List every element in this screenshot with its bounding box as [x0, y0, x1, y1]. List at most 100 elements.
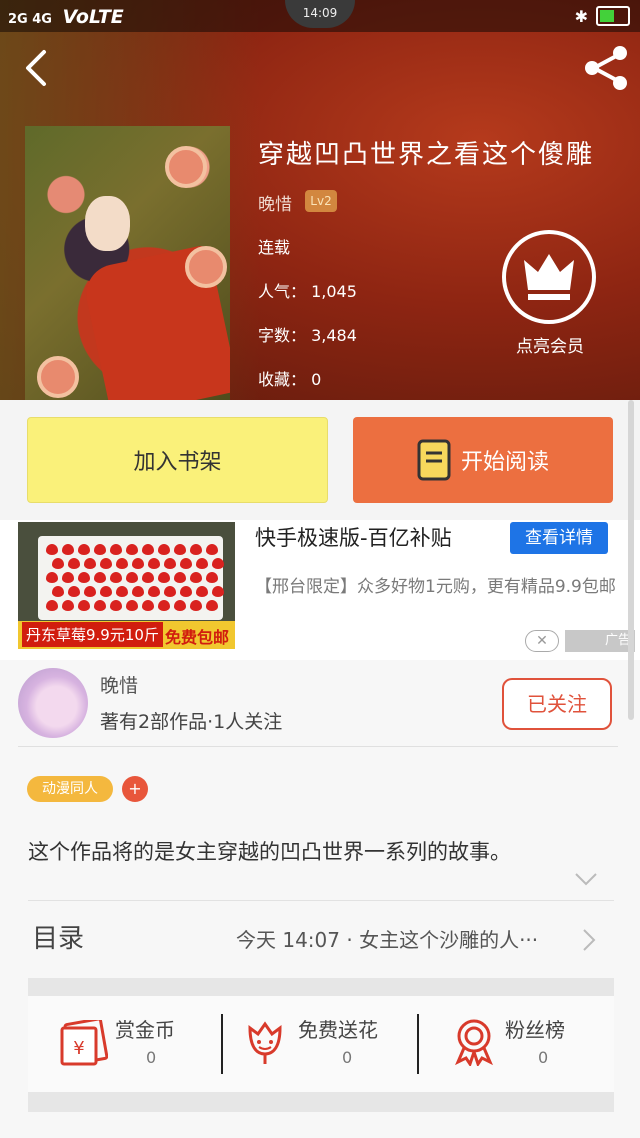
book-title: 穿越凹凸世界之看这个傻雕 — [258, 140, 595, 170]
strawberry — [62, 544, 74, 555]
book-author[interactable]: 晚惜 — [258, 190, 292, 215]
strawberry — [142, 544, 154, 555]
strawberry — [84, 558, 96, 569]
strawberry — [158, 600, 170, 611]
red-envelope-icon: ¥ — [60, 1020, 108, 1066]
ad-image[interactable]: 丹东草莓9.9元10斤 免费包邮 — [18, 522, 235, 649]
section-separator — [28, 978, 614, 996]
status-bar: 2G 4G VoLTE 14:09 ✱ — [0, 0, 640, 32]
start-reading-label: 开始阅读 — [460, 450, 549, 475]
strawberry — [126, 572, 138, 583]
strawberry — [46, 544, 58, 555]
genre-tag[interactable]: 动漫同人 — [27, 776, 113, 802]
strawberry — [78, 600, 90, 611]
author-avatar[interactable] — [18, 668, 88, 738]
strawberry — [206, 600, 218, 611]
book-popularity: 人气： 1,045 — [258, 282, 357, 301]
strawberry — [174, 544, 186, 555]
strawberry — [126, 600, 138, 611]
book-cover[interactable] — [25, 126, 230, 400]
strawberry — [116, 586, 128, 597]
strawberry — [78, 572, 90, 583]
follow-button[interactable]: 已关注 — [502, 678, 612, 730]
reward-coins-value: 0 — [146, 1048, 157, 1067]
svg-text:¥: ¥ — [73, 1038, 84, 1059]
send-flower-label: 免费送花 — [298, 1018, 378, 1042]
strawberry — [142, 572, 154, 583]
ad-details-button[interactable]: 查看详情 — [510, 522, 608, 554]
strawberry — [196, 586, 208, 597]
chevron-right-icon[interactable] — [582, 928, 596, 952]
ad-close-button[interactable]: ✕ — [525, 630, 559, 652]
send-flower-value: 0 — [342, 1048, 353, 1067]
strawberry — [62, 600, 74, 611]
strawberry — [110, 572, 122, 583]
book-status: 连载 — [258, 238, 291, 257]
cover-flower — [37, 356, 79, 398]
add-to-shelf-button[interactable]: 加入书架 — [27, 417, 328, 503]
flower-icon — [248, 1021, 282, 1064]
strawberry — [52, 586, 64, 597]
strawberry — [148, 558, 160, 569]
ad-image-free: 免费包邮 — [164, 628, 229, 647]
strawberry — [190, 600, 202, 611]
crown-icon — [524, 254, 574, 300]
strawberry — [132, 558, 144, 569]
strawberry — [142, 600, 154, 611]
strawberry — [148, 586, 160, 597]
strawberry — [52, 558, 64, 569]
vip-crown-button[interactable] — [502, 230, 596, 324]
strawberry — [164, 586, 176, 597]
cover-flower — [185, 246, 227, 288]
volte-label: VoLTE — [62, 6, 124, 28]
strawberry — [94, 600, 106, 611]
support-row — [28, 996, 614, 1092]
ad-description[interactable]: 【邢台限定】众多好物1元购，更有精品9.9包邮 — [255, 572, 625, 602]
strawberry — [46, 572, 58, 583]
strawberry — [62, 572, 74, 583]
share-icon[interactable] — [580, 42, 632, 94]
add-to-shelf-label: 加入书架 — [133, 450, 222, 475]
strawberry — [126, 544, 138, 555]
strawberry — [174, 572, 186, 583]
strawberry — [190, 572, 202, 583]
back-arrow-icon[interactable] — [18, 48, 58, 88]
strawberry — [100, 558, 112, 569]
author-stats: 著有2部作品·1人关注 — [100, 711, 283, 733]
strawberry — [206, 572, 218, 583]
strawberry — [206, 544, 218, 555]
bluetooth-icon: ✱ — [574, 6, 588, 26]
author-name[interactable]: 晚惜 — [100, 671, 138, 698]
chevron-down-icon[interactable] — [574, 872, 598, 886]
book-icon — [417, 439, 451, 481]
scrollbar[interactable] — [628, 400, 634, 720]
strawberry — [100, 586, 112, 597]
medal-icon — [455, 1019, 493, 1066]
toc-latest-chapter[interactable]: 今天 14:07 · 女主这个沙雕的人··· — [236, 924, 538, 953]
strawberry — [110, 544, 122, 555]
divider — [18, 746, 618, 747]
strawberry — [110, 600, 122, 611]
strawberry — [196, 558, 208, 569]
strawberry — [174, 600, 186, 611]
start-reading-button[interactable]: 开始阅读 — [353, 417, 613, 503]
strawberry — [116, 558, 128, 569]
fan-ranking-value: 0 — [538, 1048, 549, 1067]
add-tag-button[interactable]: + — [122, 776, 148, 802]
section-separator — [28, 1092, 614, 1112]
book-favorites: 收藏： 0 — [258, 370, 322, 389]
strawberry — [132, 586, 144, 597]
strawberry — [180, 586, 192, 597]
author-level-badge: Lv2 — [305, 190, 337, 212]
strawberry — [212, 558, 224, 569]
ad-title[interactable]: 快手极速版-百亿补贴 — [255, 522, 452, 552]
strawberry — [190, 544, 202, 555]
divider — [417, 1014, 419, 1074]
divider — [221, 1014, 223, 1074]
toc-label[interactable]: 目录 — [32, 918, 84, 955]
strawberry — [68, 558, 80, 569]
ad-tag: 广告 — [565, 630, 635, 652]
battery-icon — [596, 6, 630, 26]
clock: 14:09 — [285, 0, 355, 28]
vip-label[interactable]: 点亮会员 — [500, 332, 600, 357]
